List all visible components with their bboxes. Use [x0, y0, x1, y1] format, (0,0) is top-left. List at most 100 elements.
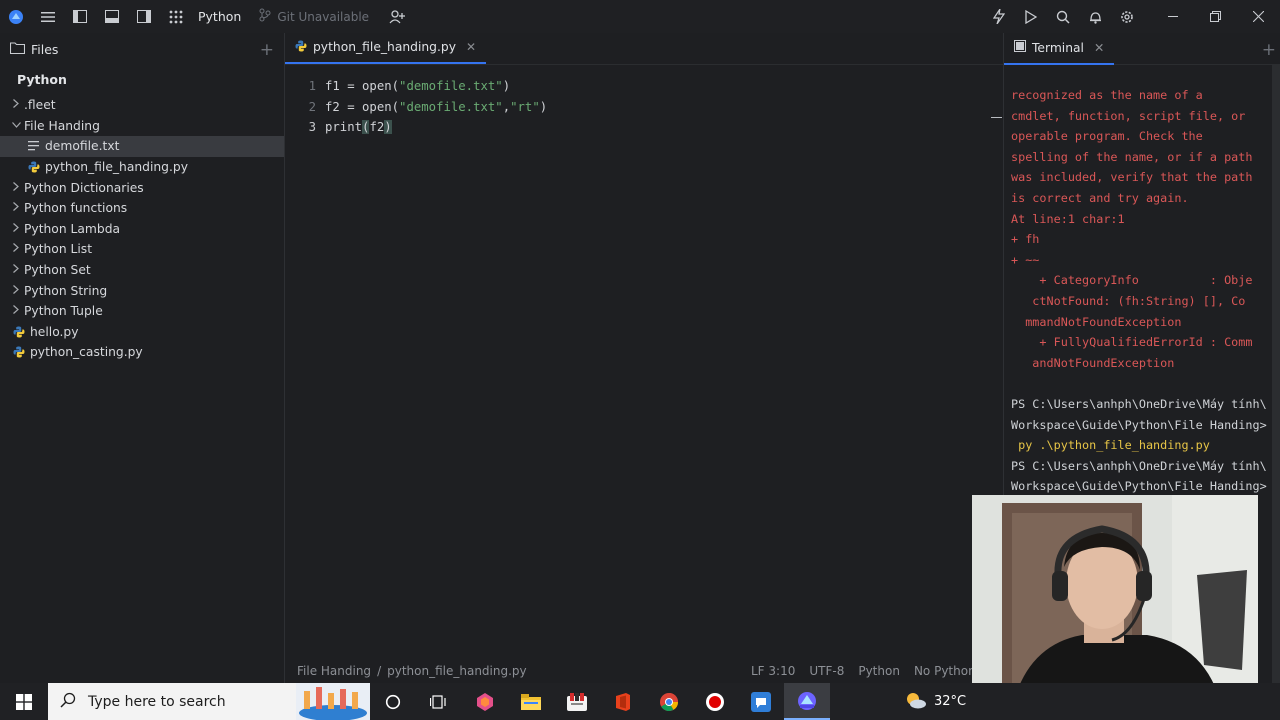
tree-folder[interactable]: .fleet	[0, 95, 284, 116]
tree-folder[interactable]: Python String	[0, 280, 284, 301]
close-terminal-icon[interactable]: ✕	[1094, 41, 1104, 55]
title-bar: Python Git Unavailable	[0, 0, 1280, 33]
text-cursor-marker	[991, 117, 1002, 118]
run-icon[interactable]	[1015, 0, 1047, 33]
chevron-down-icon[interactable]	[8, 120, 24, 131]
file-encoding[interactable]: UTF-8	[809, 664, 844, 678]
right-panel-toggle-icon[interactable]	[128, 0, 160, 33]
git-branch-icon	[259, 8, 271, 25]
new-terminal-icon[interactable]: +	[1262, 40, 1276, 60]
project-name[interactable]: Python	[198, 9, 241, 24]
messenger-app-icon[interactable]	[738, 683, 784, 720]
file-language[interactable]: Python	[858, 664, 900, 678]
code-text: print(f2)	[325, 120, 392, 135]
file-explorer-icon[interactable]	[508, 683, 554, 720]
terminal-tabs: Terminal ✕ +	[1004, 33, 1280, 65]
taskbar-search-box[interactable]: Type here to search	[48, 683, 370, 720]
tree-folder[interactable]: Python Lambda	[0, 219, 284, 240]
tree-file[interactable]: hello.py	[0, 322, 284, 343]
close-window-icon[interactable]	[1237, 0, 1280, 33]
chevron-right-icon[interactable]	[8, 202, 24, 214]
code-line[interactable]: 1 f1 = open("demofile.txt")	[285, 76, 1003, 97]
search-icon[interactable]	[1047, 0, 1079, 33]
add-panel-icon[interactable]: +	[260, 40, 274, 60]
terminal-line: + FullyQualifiedErrorId : Comm	[1011, 335, 1253, 350]
files-tab-label: Files	[31, 41, 59, 57]
breadcrumb-file[interactable]: python_file_handing.py	[387, 664, 527, 678]
main-menu-icon[interactable]	[32, 0, 64, 33]
office-icon[interactable]	[600, 683, 646, 720]
terminal-line: py .\python_file_handing.py	[1011, 438, 1210, 453]
settings-gear-icon[interactable]	[1111, 0, 1143, 33]
tree-file[interactable]: demofile.txt	[0, 136, 284, 157]
terminal-tab-label: Terminal	[1032, 40, 1084, 55]
search-highlight-graphic	[296, 683, 370, 720]
close-tab-icon[interactable]: ✕	[466, 40, 476, 54]
python-file-icon	[295, 40, 307, 55]
code-line[interactable]: 3 print(f2)	[285, 117, 1003, 138]
tree-item-label: Python functions	[24, 201, 128, 216]
task-view-icon[interactable]	[416, 683, 462, 720]
breadcrumb-folder[interactable]: File Handing	[297, 664, 371, 678]
lightning-icon[interactable]	[983, 0, 1015, 33]
notifications-bell-icon[interactable]	[1079, 0, 1111, 33]
editor-tab-active[interactable]: python_file_handing.py ✕	[285, 32, 487, 64]
webcam-person-image	[972, 495, 1258, 708]
tool-app-icon[interactable]	[554, 683, 600, 720]
jetbrains-toolbox-icon[interactable]	[462, 683, 508, 720]
terminal-line: ctNotFound: (fh:String) [], Co	[1011, 293, 1246, 308]
chevron-right-icon[interactable]	[8, 243, 24, 255]
terminal-tab[interactable]: Terminal ✕	[1004, 33, 1115, 65]
left-panel-toggle-icon[interactable]	[64, 0, 96, 33]
code-token: print	[325, 120, 363, 135]
terminal-output[interactable]: recognized as the name of a cmdlet, funct…	[1011, 85, 1276, 497]
tree-root[interactable]: Python	[0, 65, 284, 95]
terminal-line: was included, verify that the path	[1011, 170, 1253, 185]
taskbar-search-icon	[60, 692, 76, 712]
tree-item-label: Python Lambda	[24, 221, 121, 236]
code-token: )	[384, 120, 392, 135]
minimize-icon[interactable]	[1151, 0, 1194, 33]
python-file-icon	[26, 161, 41, 173]
chevron-right-icon[interactable]	[8, 284, 24, 297]
weather-widget[interactable]: 32°C	[904, 683, 966, 720]
add-user-icon[interactable]	[381, 0, 413, 33]
chevron-right-icon[interactable]	[8, 222, 24, 235]
tree-folder[interactable]: File Handing	[0, 116, 284, 137]
cortana-icon[interactable]	[370, 683, 416, 720]
tree-folder[interactable]: Python functions	[0, 198, 284, 219]
tree-folder[interactable]: Python List	[0, 239, 284, 260]
screen-recorder-icon[interactable]	[692, 683, 738, 720]
terminal-scrollbar[interactable]	[1272, 65, 1280, 683]
status-info: LF 3:10 UTF-8 Python No Python S	[751, 664, 987, 678]
status-bar: File Handing / python_file_handing.py LF…	[285, 659, 1003, 683]
restore-icon[interactable]	[1194, 0, 1237, 33]
fleet-logo-icon[interactable]	[0, 0, 32, 33]
tree-file[interactable]: python_casting.py	[0, 342, 284, 363]
code-text: f1 = open("demofile.txt")	[325, 79, 510, 93]
git-status[interactable]: Git Unavailable	[259, 8, 369, 25]
chevron-right-icon[interactable]	[8, 99, 24, 111]
chevron-right-icon[interactable]	[8, 264, 24, 276]
windows-start-icon[interactable]	[0, 683, 48, 720]
fleet-taskbar-icon[interactable]	[784, 683, 830, 720]
bottom-panel-toggle-icon[interactable]	[96, 0, 128, 33]
apps-grid-icon[interactable]	[160, 0, 192, 33]
folder-icon	[9, 41, 26, 57]
cursor-position[interactable]: LF 3:10	[751, 664, 795, 678]
terminal-line: + fh	[1011, 232, 1040, 247]
chevron-right-icon[interactable]	[8, 181, 24, 194]
tree-file[interactable]: python_file_handing.py	[0, 157, 284, 178]
tree-folder[interactable]: Python Set	[0, 260, 284, 281]
line-number: 2	[308, 99, 316, 114]
terminal-line: mmandNotFoundException	[1011, 314, 1182, 329]
chrome-icon[interactable]	[646, 683, 692, 720]
code-line[interactable]: 2 f2 = open("demofile.txt","rt")	[285, 97, 1003, 118]
code-editor[interactable]: 1 f1 = open("demofile.txt") 2 f2 = open("de…	[285, 76, 1003, 138]
tree-folder[interactable]: Python Dictionaries	[0, 177, 284, 198]
tree-folder[interactable]: Python Tuple	[0, 301, 284, 322]
files-tab[interactable]: Files +	[0, 33, 284, 65]
chevron-right-icon[interactable]	[8, 305, 24, 317]
tree-item-label: python_file_handing.py	[45, 160, 188, 175]
tree-item-label: Python Set	[24, 263, 91, 278]
